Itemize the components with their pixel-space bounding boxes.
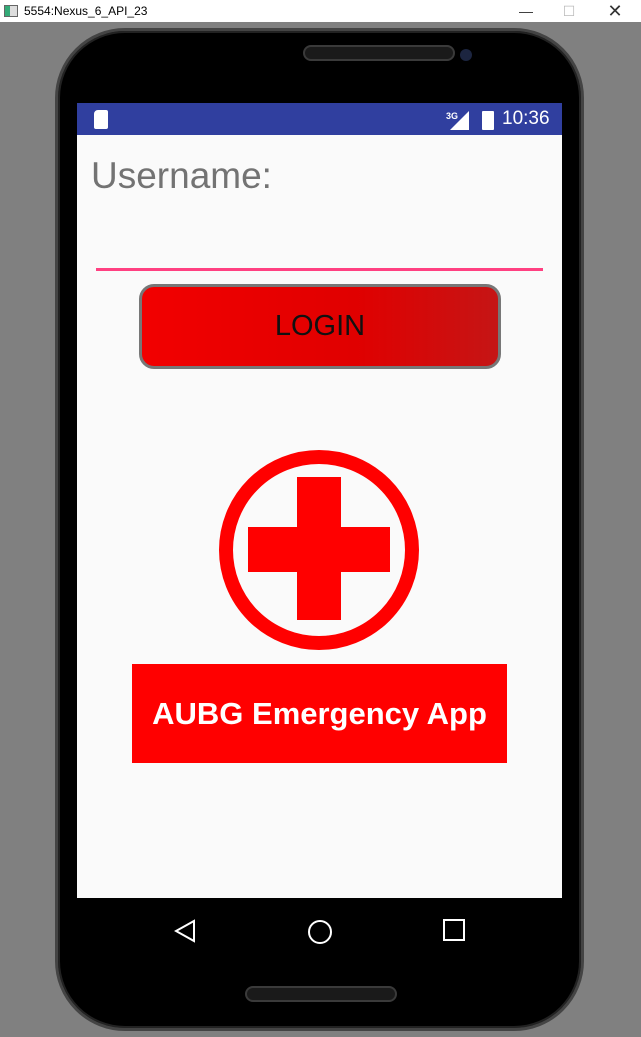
battery-icon [482,111,494,130]
status-bar: 3G 10:36 [77,103,562,135]
network-type: 3G [446,111,459,121]
maximize-button[interactable]: ☐ [546,0,592,22]
clock: 10:36 [502,108,550,129]
sd-card-icon [94,110,108,129]
app-screen: 3G 10:36 Username: LOGIN AUBG Emergency … [77,103,562,898]
login-button[interactable]: LOGIN [139,284,501,369]
window-title: 5554:Nexus_6_API_23 [24,4,148,18]
username-label: Username: [91,155,272,196]
username-input[interactable] [96,247,543,271]
camera-icon [460,49,472,61]
speaker-bottom [245,986,397,1002]
home-button[interactable] [307,919,333,950]
navigation-bar [77,898,562,963]
app-icon [4,5,18,17]
minimize-button[interactable]: — [503,0,549,22]
window-titlebar: 5554:Nexus_6_API_23 — ☐ ✕ [0,0,641,22]
medical-cross-icon [219,450,419,650]
recents-button[interactable] [443,919,465,946]
speaker-top [303,45,455,61]
close-button[interactable]: ✕ [592,0,638,22]
app-title-banner: AUBG Emergency App [132,664,507,763]
back-button[interactable] [173,919,196,948]
